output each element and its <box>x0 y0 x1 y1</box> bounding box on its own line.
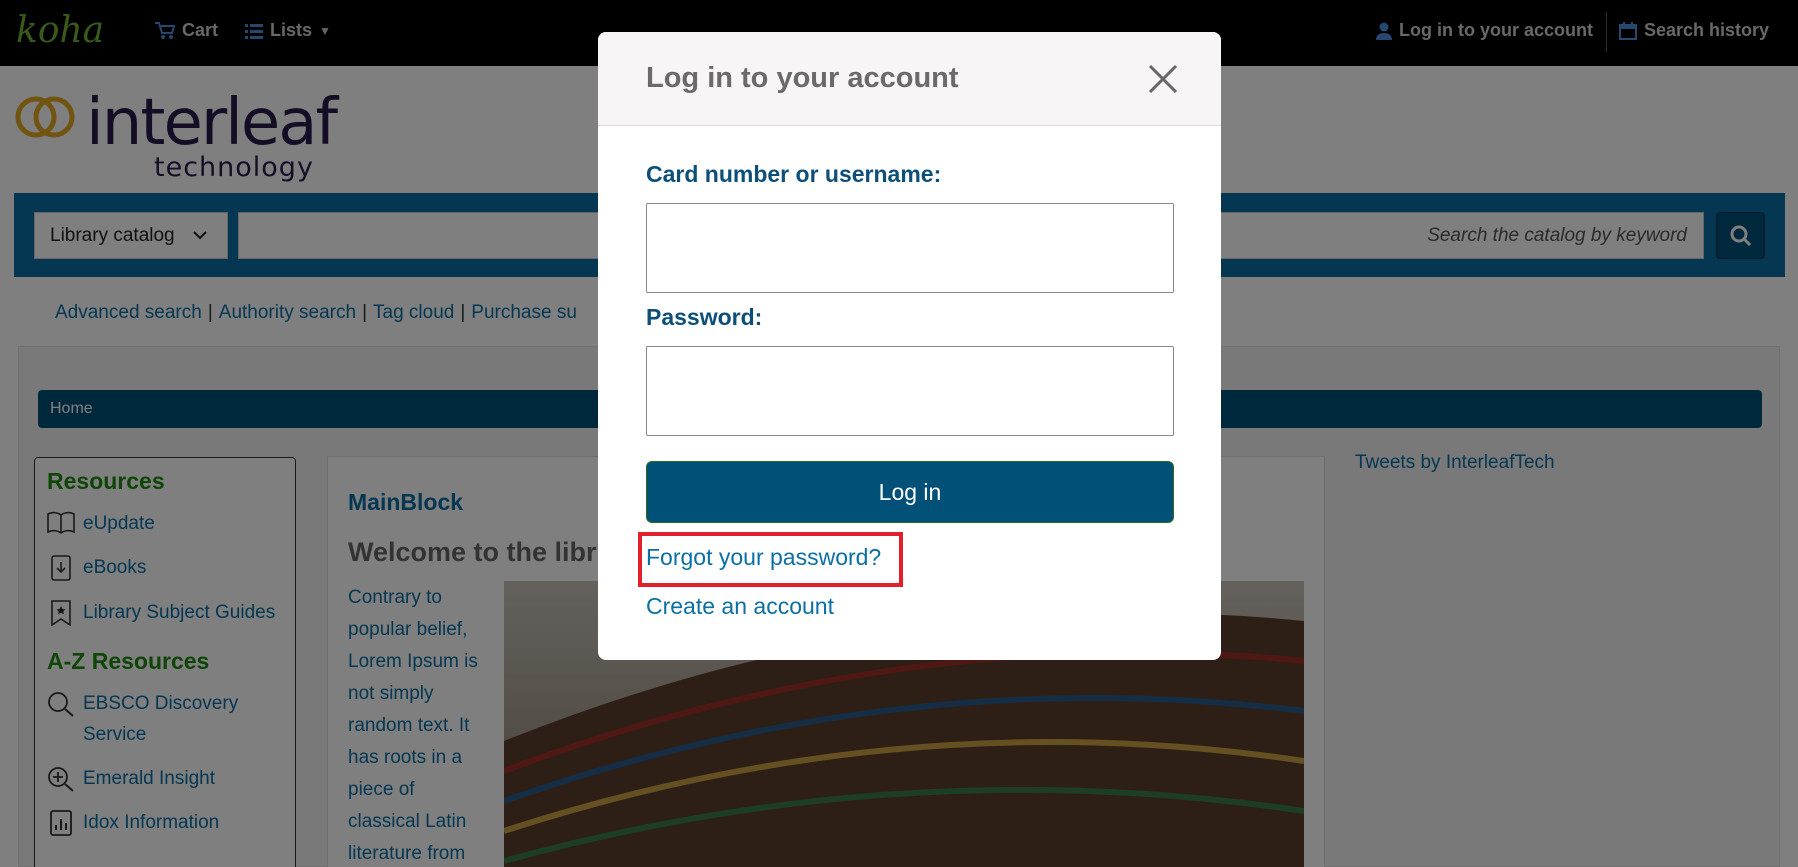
forgot-password-link[interactable]: Forgot your password? <box>646 544 881 571</box>
close-button[interactable] <box>1146 62 1180 96</box>
create-account-link[interactable]: Create an account <box>646 593 834 620</box>
login-modal: Log in to your account Card number or us… <box>598 32 1221 660</box>
username-label: Card number or username: <box>646 161 942 187</box>
login-button[interactable]: Log in <box>646 461 1174 523</box>
username-input[interactable] <box>646 203 1174 293</box>
password-input[interactable] <box>646 346 1174 436</box>
modal-title: Log in to your account <box>646 62 959 94</box>
modal-header: Log in to your account <box>598 32 1221 126</box>
close-icon <box>1148 64 1178 94</box>
password-label: Password: <box>646 304 763 330</box>
